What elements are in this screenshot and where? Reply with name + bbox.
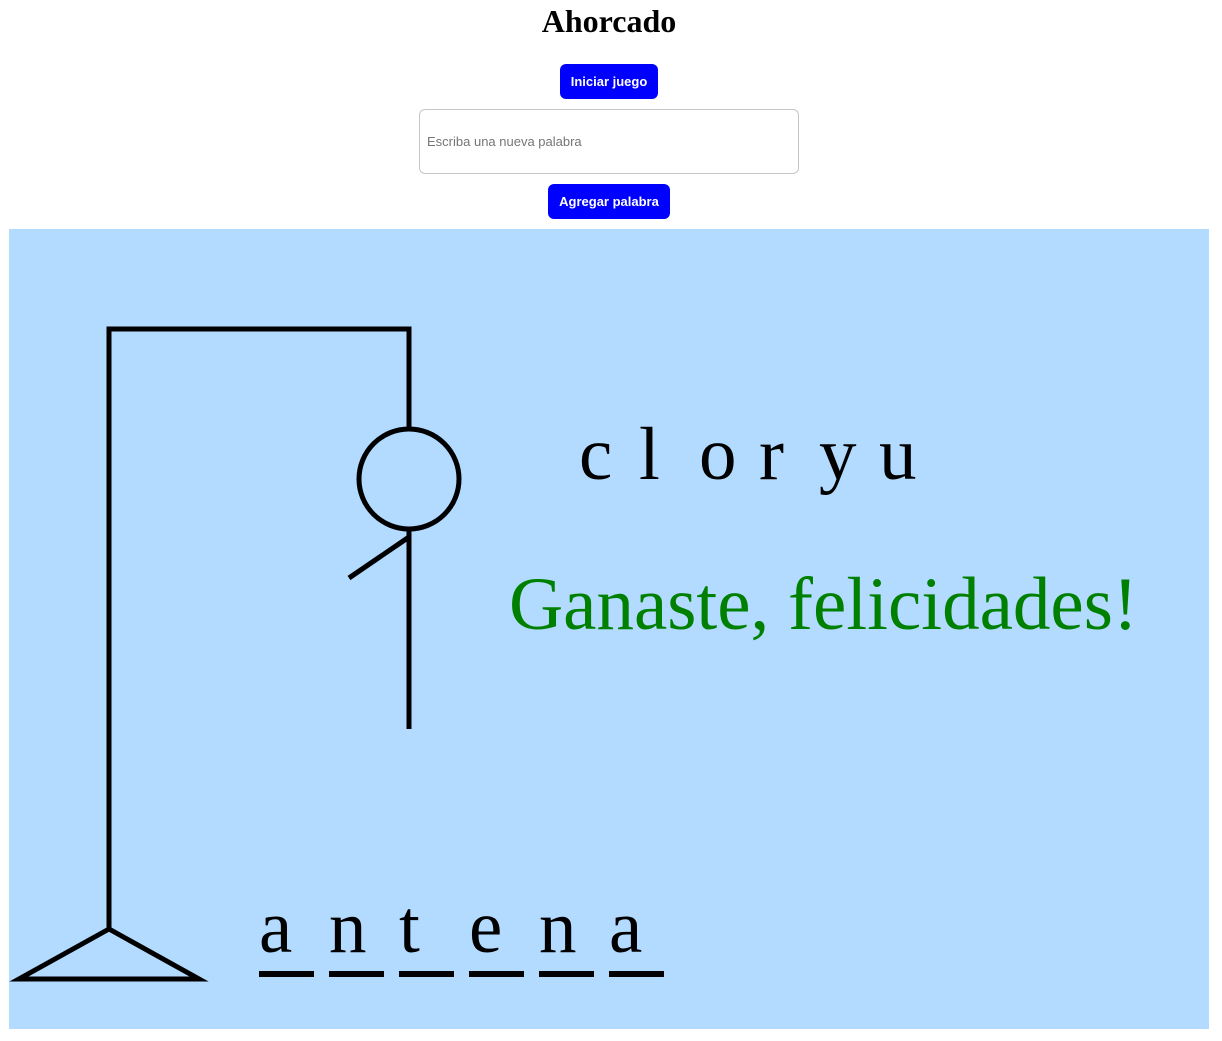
page-title: Ahorcado — [541, 3, 677, 39]
wrong-letters: cloryu — [579, 413, 917, 496]
new-word-input[interactable] — [419, 109, 799, 174]
word-letter: a — [259, 886, 292, 969]
wrong-letter: u — [879, 413, 917, 496]
hangman-head — [356, 426, 462, 532]
add-word-button[interactable]: Agregar palabra — [548, 184, 670, 219]
word-letter: t — [399, 886, 420, 969]
word-slots: antena — [259, 886, 664, 977]
hangman-figure — [347, 426, 462, 729]
gallows — [9, 326, 412, 982]
wrong-letter: c — [579, 413, 612, 496]
word-letter: n — [329, 886, 367, 969]
wrong-letter: o — [699, 413, 737, 496]
word-letter: e — [469, 886, 502, 969]
game-canvas: cloryu Ganaste, felicidades! antena — [9, 326, 1138, 982]
gallows-base — [9, 926, 209, 982]
wrong-letter: y — [819, 413, 857, 496]
game-board: cloryu Ganaste, felicidades! antena — [9, 229, 1209, 1029]
word-letter: a — [609, 886, 642, 969]
wrong-letter: l — [639, 413, 660, 496]
start-game-button[interactable]: Iniciar juego — [560, 64, 658, 99]
game-message: Ganaste, felicidades! — [509, 563, 1138, 646]
wrong-letter: r — [759, 413, 784, 496]
word-letter: n — [539, 886, 577, 969]
hangman-left-arm — [347, 534, 411, 581]
